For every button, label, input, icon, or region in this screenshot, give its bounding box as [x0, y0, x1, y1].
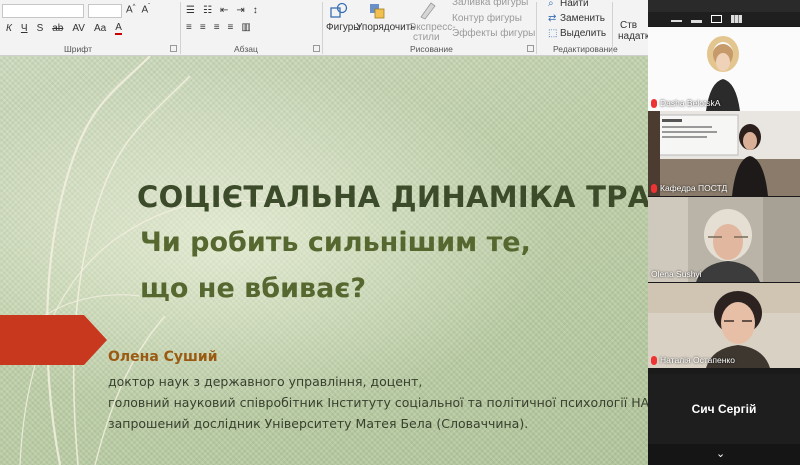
- italic-button[interactable]: К: [6, 23, 12, 34]
- char-spacing-icon[interactable]: AV: [72, 23, 85, 34]
- chevron-down-icon[interactable]: ⌄: [716, 447, 725, 460]
- panel-title-bar: [648, 0, 800, 12]
- minimize-view-icon[interactable]: [671, 17, 682, 22]
- bullets-icon[interactable]: ☰: [186, 5, 195, 16]
- line-spacing-icon[interactable]: ↕: [253, 5, 258, 16]
- text-shadow-button[interactable]: ab: [52, 23, 63, 34]
- participant-video-tile[interactable]: Dasha BelotskA: [648, 27, 800, 111]
- strikethrough-button[interactable]: S: [37, 23, 44, 34]
- muted-mic-icon: [651, 355, 657, 365]
- truncated-ribbon-button-line2: надатк: [618, 31, 648, 42]
- participant-video-tile[interactable]: Наталія Остапенко: [648, 283, 800, 368]
- author-name: Олена Суший: [108, 349, 218, 365]
- group-divider: [322, 2, 323, 54]
- slide-subtitle-line2: що не вбиває?: [140, 273, 366, 304]
- video-conference-panel: Dasha BelotskA Кафедра ПОСТД Olena Sushy…: [648, 0, 800, 465]
- shape-effects-button[interactable]: Эффекты фигуры: [452, 28, 535, 39]
- participant-video-tile[interactable]: Olena Sushyi: [648, 197, 800, 282]
- increase-indent-icon[interactable]: ⇥: [236, 5, 244, 16]
- align-left-icon[interactable]: ≡: [186, 22, 192, 33]
- numbering-icon[interactable]: ☷: [203, 5, 212, 16]
- group-divider: [536, 2, 537, 54]
- paragraph-dialog-launcher-icon[interactable]: [313, 45, 320, 52]
- replace-button[interactable]: Заменить: [560, 13, 605, 24]
- drawing-group-label: Рисование: [410, 44, 453, 54]
- font-dialog-launcher-icon[interactable]: [170, 45, 177, 52]
- quick-styles-icon[interactable]: [418, 0, 438, 20]
- participant-name-label: Dasha BelotskA: [651, 98, 720, 108]
- author-bio-line1: доктор наук з державного управління, доц…: [108, 374, 423, 389]
- find-button[interactable]: Найти: [560, 0, 589, 9]
- thumbnail-view-icon[interactable]: [691, 19, 702, 23]
- arrange-button[interactable]: Упорядочить: [356, 22, 416, 33]
- font-group-label: Шрифт: [64, 44, 92, 54]
- replace-icon: ⇄: [548, 13, 557, 24]
- underline-button[interactable]: Ч: [21, 23, 28, 34]
- quick-styles-button-line2: стили: [413, 32, 440, 43]
- ribbon-toolbar: A^ Aˇ К Ч S ab AV Aa A Шрифт ☰ ☷ ⇤ ⇥ ↕ ≡…: [0, 0, 648, 56]
- font-size-box[interactable]: [88, 4, 122, 18]
- muted-mic-icon: [651, 183, 657, 193]
- align-right-icon[interactable]: ≡: [214, 22, 220, 33]
- font-name-box[interactable]: [2, 4, 84, 18]
- participant-name-label: Olena Sushyi: [651, 269, 702, 279]
- panel-bottom-bar: ⌄: [648, 444, 800, 465]
- accent-arrow-shape: [0, 315, 107, 365]
- author-bio-line3: запрошений дослідник Університету Матея …: [108, 416, 529, 431]
- change-case-icon[interactable]: Aa: [94, 23, 106, 34]
- group-divider: [612, 2, 613, 54]
- grow-font-icon[interactable]: A^: [126, 4, 136, 15]
- justify-icon[interactable]: ≡: [228, 22, 234, 33]
- shapes-gallery-icon[interactable]: [330, 2, 348, 20]
- speaker-view-icon[interactable]: [711, 15, 722, 23]
- speaker-name-card[interactable]: Сич Сергій: [648, 374, 800, 444]
- slide-subtitle-line1: Чи робить сильнішим те,: [140, 227, 531, 258]
- group-divider: [180, 2, 181, 54]
- drawing-dialog-launcher-icon[interactable]: [527, 45, 534, 52]
- columns-icon[interactable]: ▥: [241, 22, 250, 33]
- shape-outline-button[interactable]: Контур фигуры: [452, 13, 522, 24]
- paragraph-group-label: Абзац: [234, 44, 258, 54]
- select-button[interactable]: Выделить: [560, 28, 606, 39]
- select-icon: ⬚: [548, 28, 558, 39]
- editing-group-label: Редактирование: [553, 44, 618, 54]
- slide-title: СОЦІЄТАЛЬНА ДИНАМІКА ТРАНСФОРМАЦІЙ: [137, 180, 648, 214]
- author-bio-line2: головний науковий співробітник Інституту…: [108, 395, 648, 410]
- truncated-ribbon-button[interactable]: Ств: [620, 20, 637, 31]
- panel-view-toolbar: [648, 12, 800, 26]
- participant-name-label: Кафедра ПОСТД: [651, 183, 727, 193]
- presentation-slide: СОЦІЄТАЛЬНА ДИНАМІКА ТРАНСФОРМАЦІЙ Чи ро…: [0, 56, 648, 465]
- screen: A^ Aˇ К Ч S ab AV Aa A Шрифт ☰ ☷ ⇤ ⇥ ↕ ≡…: [0, 0, 800, 465]
- shrink-font-icon[interactable]: Aˇ: [142, 4, 151, 15]
- arrange-icon[interactable]: [368, 2, 386, 20]
- shape-fill-button[interactable]: Заливка фигуры: [452, 0, 528, 8]
- participant-name-label: Наталія Остапенко: [651, 355, 735, 365]
- font-color-icon[interactable]: A: [115, 22, 122, 35]
- participant-video-tile[interactable]: Кафедра ПОСТД: [648, 111, 800, 196]
- decrease-indent-icon[interactable]: ⇤: [220, 5, 228, 16]
- align-center-icon[interactable]: ≡: [200, 22, 206, 33]
- find-icon: ⌕: [548, 0, 554, 9]
- gallery-view-icon[interactable]: [731, 15, 742, 23]
- muted-mic-icon: [651, 98, 657, 108]
